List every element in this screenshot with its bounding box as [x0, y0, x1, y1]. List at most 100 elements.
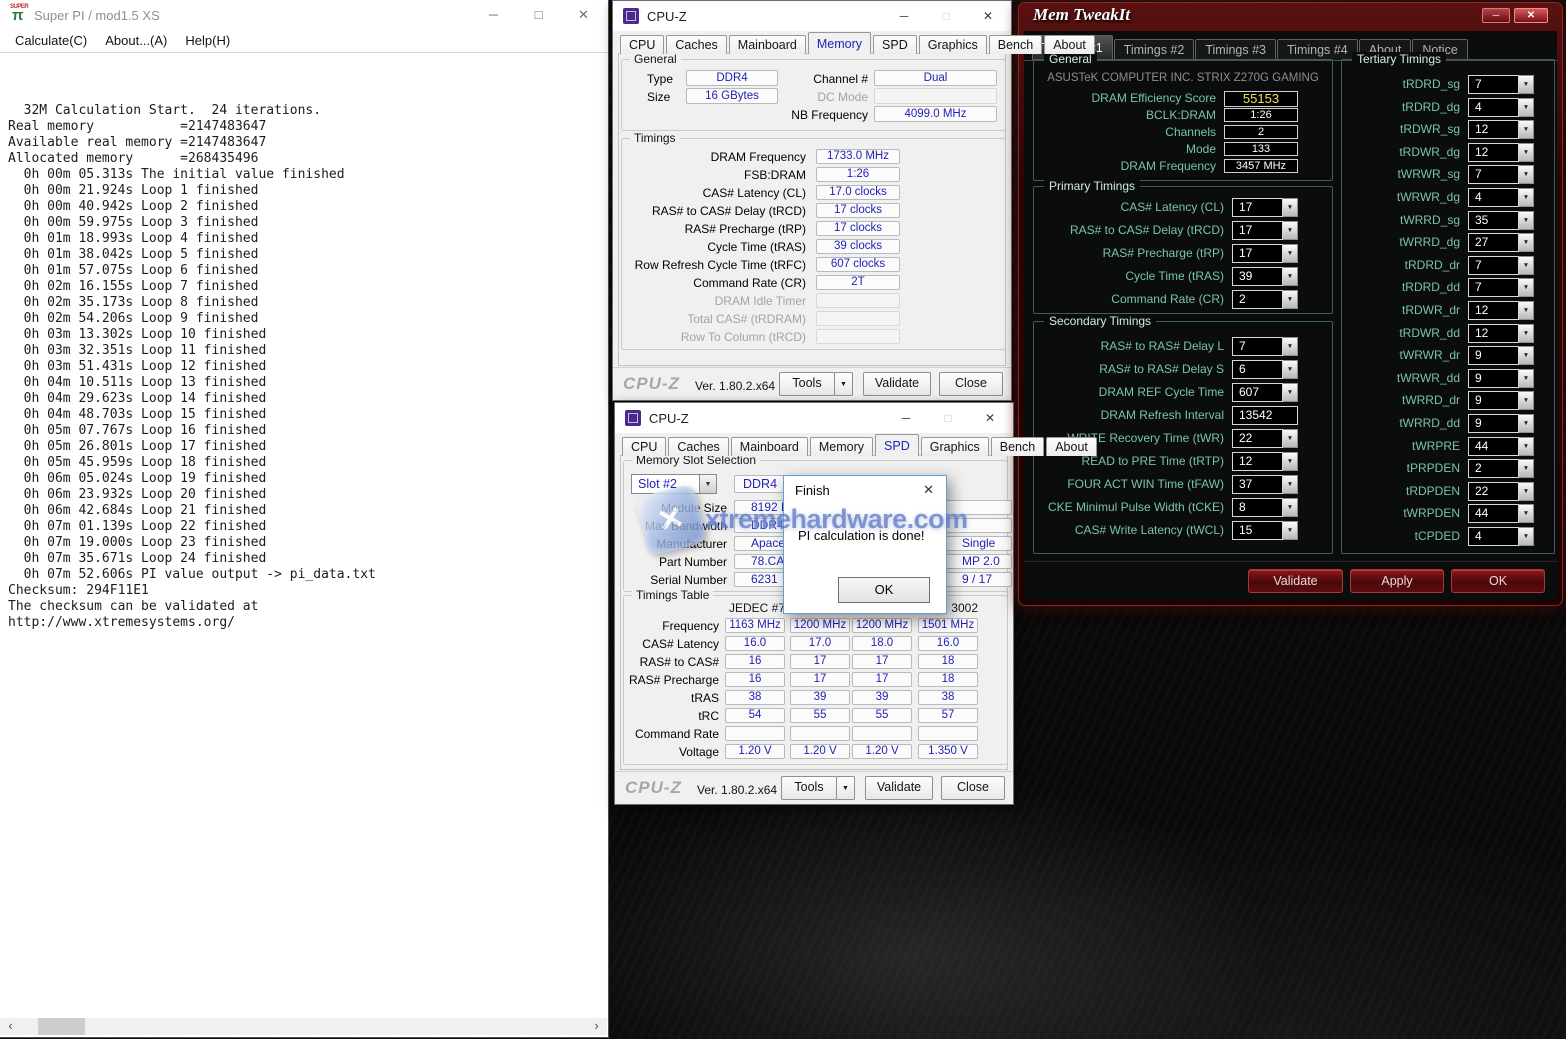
tab[interactable]: Mainboard: [729, 35, 806, 54]
tab[interactable]: Bench: [989, 35, 1042, 54]
validate-button[interactable]: Validate: [1248, 569, 1343, 593]
dropdown-arrow-icon[interactable]: ▼: [1283, 521, 1298, 540]
scrollbar-thumb[interactable]: [38, 1018, 85, 1035]
timing-value[interactable]: 2: [1468, 459, 1519, 478]
dropdown-arrow-icon[interactable]: ▼: [1519, 437, 1534, 456]
dropdown-arrow-icon[interactable]: ▼: [1519, 324, 1534, 343]
close-button[interactable]: Close: [939, 372, 1003, 396]
timing-select[interactable]: 12 ▼: [1468, 301, 1534, 320]
timing-select[interactable]: 13542 ▼: [1232, 406, 1298, 425]
cpuz-titlebar[interactable]: CPU-Z ─ □ ✕: [613, 1, 1011, 31]
timing-select[interactable]: 44 ▼: [1468, 437, 1534, 456]
timing-value[interactable]: 44: [1468, 504, 1519, 523]
timing-value[interactable]: 9: [1468, 369, 1519, 388]
timing-select[interactable]: 35 ▼: [1468, 211, 1534, 230]
timing-value[interactable]: 7: [1232, 337, 1283, 356]
dropdown-arrow-icon[interactable]: ▼: [1519, 233, 1534, 252]
menu-item[interactable]: About...(A): [96, 29, 176, 48]
timing-select[interactable]: 2 ▼: [1232, 290, 1298, 309]
timing-value[interactable]: 12: [1468, 120, 1519, 139]
timing-select[interactable]: 17 ▼: [1232, 198, 1298, 217]
timing-value[interactable]: 9: [1468, 414, 1519, 433]
tab[interactable]: SPD: [875, 434, 919, 456]
menu-item[interactable]: Calculate(C): [6, 29, 96, 48]
timing-value[interactable]: 7: [1468, 165, 1519, 184]
dropdown-arrow-icon[interactable]: ▼: [1519, 165, 1534, 184]
timing-select[interactable]: 7 ▼: [1232, 337, 1298, 356]
timing-value[interactable]: 4: [1468, 527, 1519, 546]
tab[interactable]: Bench: [991, 437, 1044, 456]
timing-value[interactable]: 9: [1468, 346, 1519, 365]
dropdown-arrow-icon[interactable]: ▼: [1283, 452, 1298, 471]
timing-select[interactable]: 39 ▼: [1232, 267, 1298, 286]
timing-select[interactable]: 9 ▼: [1468, 391, 1534, 410]
timing-value[interactable]: 35: [1468, 211, 1519, 230]
dropdown-arrow-icon[interactable]: ▼: [1519, 527, 1534, 546]
timing-select[interactable]: 4 ▼: [1468, 98, 1534, 117]
timing-select[interactable]: 9 ▼: [1468, 414, 1534, 433]
timing-select[interactable]: 6 ▼: [1232, 360, 1298, 379]
tab[interactable]: About: [1044, 35, 1095, 54]
memtweakit-titlebar[interactable]: Mem TweakIt ─ ✕: [1019, 3, 1562, 30]
timing-value[interactable]: 22: [1468, 482, 1519, 501]
minimize-icon[interactable]: ─: [1482, 8, 1510, 23]
dropdown-arrow-icon[interactable]: ▼: [1519, 301, 1534, 320]
dropdown-arrow-icon[interactable]: ▼: [1519, 369, 1534, 388]
timing-select[interactable]: 17 ▼: [1232, 221, 1298, 240]
timing-select[interactable]: 22 ▼: [1468, 482, 1534, 501]
tab[interactable]: CPU: [620, 35, 664, 54]
dropdown-arrow-icon[interactable]: ▼: [1519, 504, 1534, 523]
timing-select[interactable]: 7 ▼: [1468, 165, 1534, 184]
timing-value[interactable]: 12: [1468, 301, 1519, 320]
timing-value[interactable]: 2: [1232, 290, 1283, 309]
dropdown-arrow-icon[interactable]: ▼: [1283, 337, 1298, 356]
timing-select[interactable]: 44 ▼: [1468, 504, 1534, 523]
timing-value[interactable]: 7: [1468, 75, 1519, 94]
tab[interactable]: Timings #3: [1195, 39, 1276, 60]
dropdown-arrow-icon[interactable]: ▼: [1519, 482, 1534, 501]
tab[interactable]: Timings #2: [1114, 39, 1195, 60]
timing-value[interactable]: 7: [1468, 278, 1519, 297]
tab[interactable]: Caches: [668, 437, 728, 456]
tab[interactable]: Timings #4: [1277, 39, 1358, 60]
tools-dropdown-icon[interactable]: ▼: [834, 372, 853, 396]
timing-value[interactable]: 37: [1232, 475, 1283, 494]
timing-select[interactable]: 4 ▼: [1468, 188, 1534, 207]
validate-button[interactable]: Validate: [863, 372, 931, 396]
tab[interactable]: SPD: [873, 35, 917, 54]
timing-select[interactable]: 12 ▼: [1468, 324, 1534, 343]
close-icon[interactable]: ✕: [923, 482, 934, 498]
tab[interactable]: CPU: [622, 437, 666, 456]
dropdown-arrow-icon[interactable]: ▼: [1283, 198, 1298, 217]
tab[interactable]: Graphics: [919, 35, 987, 54]
dropdown-arrow-icon[interactable]: ▼: [1283, 360, 1298, 379]
maximize-icon[interactable]: □: [516, 0, 561, 29]
minimize-icon[interactable]: ─: [885, 403, 927, 433]
timing-select[interactable]: 15 ▼: [1232, 521, 1298, 540]
timing-value[interactable]: 7: [1468, 256, 1519, 275]
timing-value[interactable]: 12: [1232, 452, 1283, 471]
timing-select[interactable]: 7 ▼: [1468, 278, 1534, 297]
timing-select[interactable]: 4 ▼: [1468, 527, 1534, 546]
timing-value[interactable]: 13542: [1232, 406, 1298, 425]
close-button[interactable]: Close: [941, 776, 1005, 800]
timing-value[interactable]: 44: [1468, 437, 1519, 456]
timing-select[interactable]: 37 ▼: [1232, 475, 1298, 494]
validate-button[interactable]: Validate: [865, 776, 933, 800]
timing-select[interactable]: 12 ▼: [1232, 452, 1298, 471]
dropdown-arrow-icon[interactable]: ▼: [1519, 75, 1534, 94]
dropdown-arrow-icon[interactable]: ▼: [1519, 256, 1534, 275]
dropdown-arrow-icon[interactable]: ▼: [1519, 188, 1534, 207]
timing-value[interactable]: 22: [1232, 429, 1283, 448]
minimize-icon[interactable]: ─: [883, 1, 925, 31]
ok-button[interactable]: OK: [1451, 569, 1545, 593]
timing-value[interactable]: 17: [1232, 244, 1283, 263]
dropdown-arrow-icon[interactable]: ▼: [1519, 120, 1534, 139]
timing-value[interactable]: 17: [1232, 198, 1283, 217]
dropdown-arrow-icon[interactable]: ▼: [1519, 98, 1534, 117]
tab[interactable]: Caches: [666, 35, 726, 54]
timing-select[interactable]: 9 ▼: [1468, 369, 1534, 388]
timing-select[interactable]: 2 ▼: [1468, 459, 1534, 478]
timing-value[interactable]: 15: [1232, 521, 1283, 540]
timing-value[interactable]: 12: [1468, 324, 1519, 343]
